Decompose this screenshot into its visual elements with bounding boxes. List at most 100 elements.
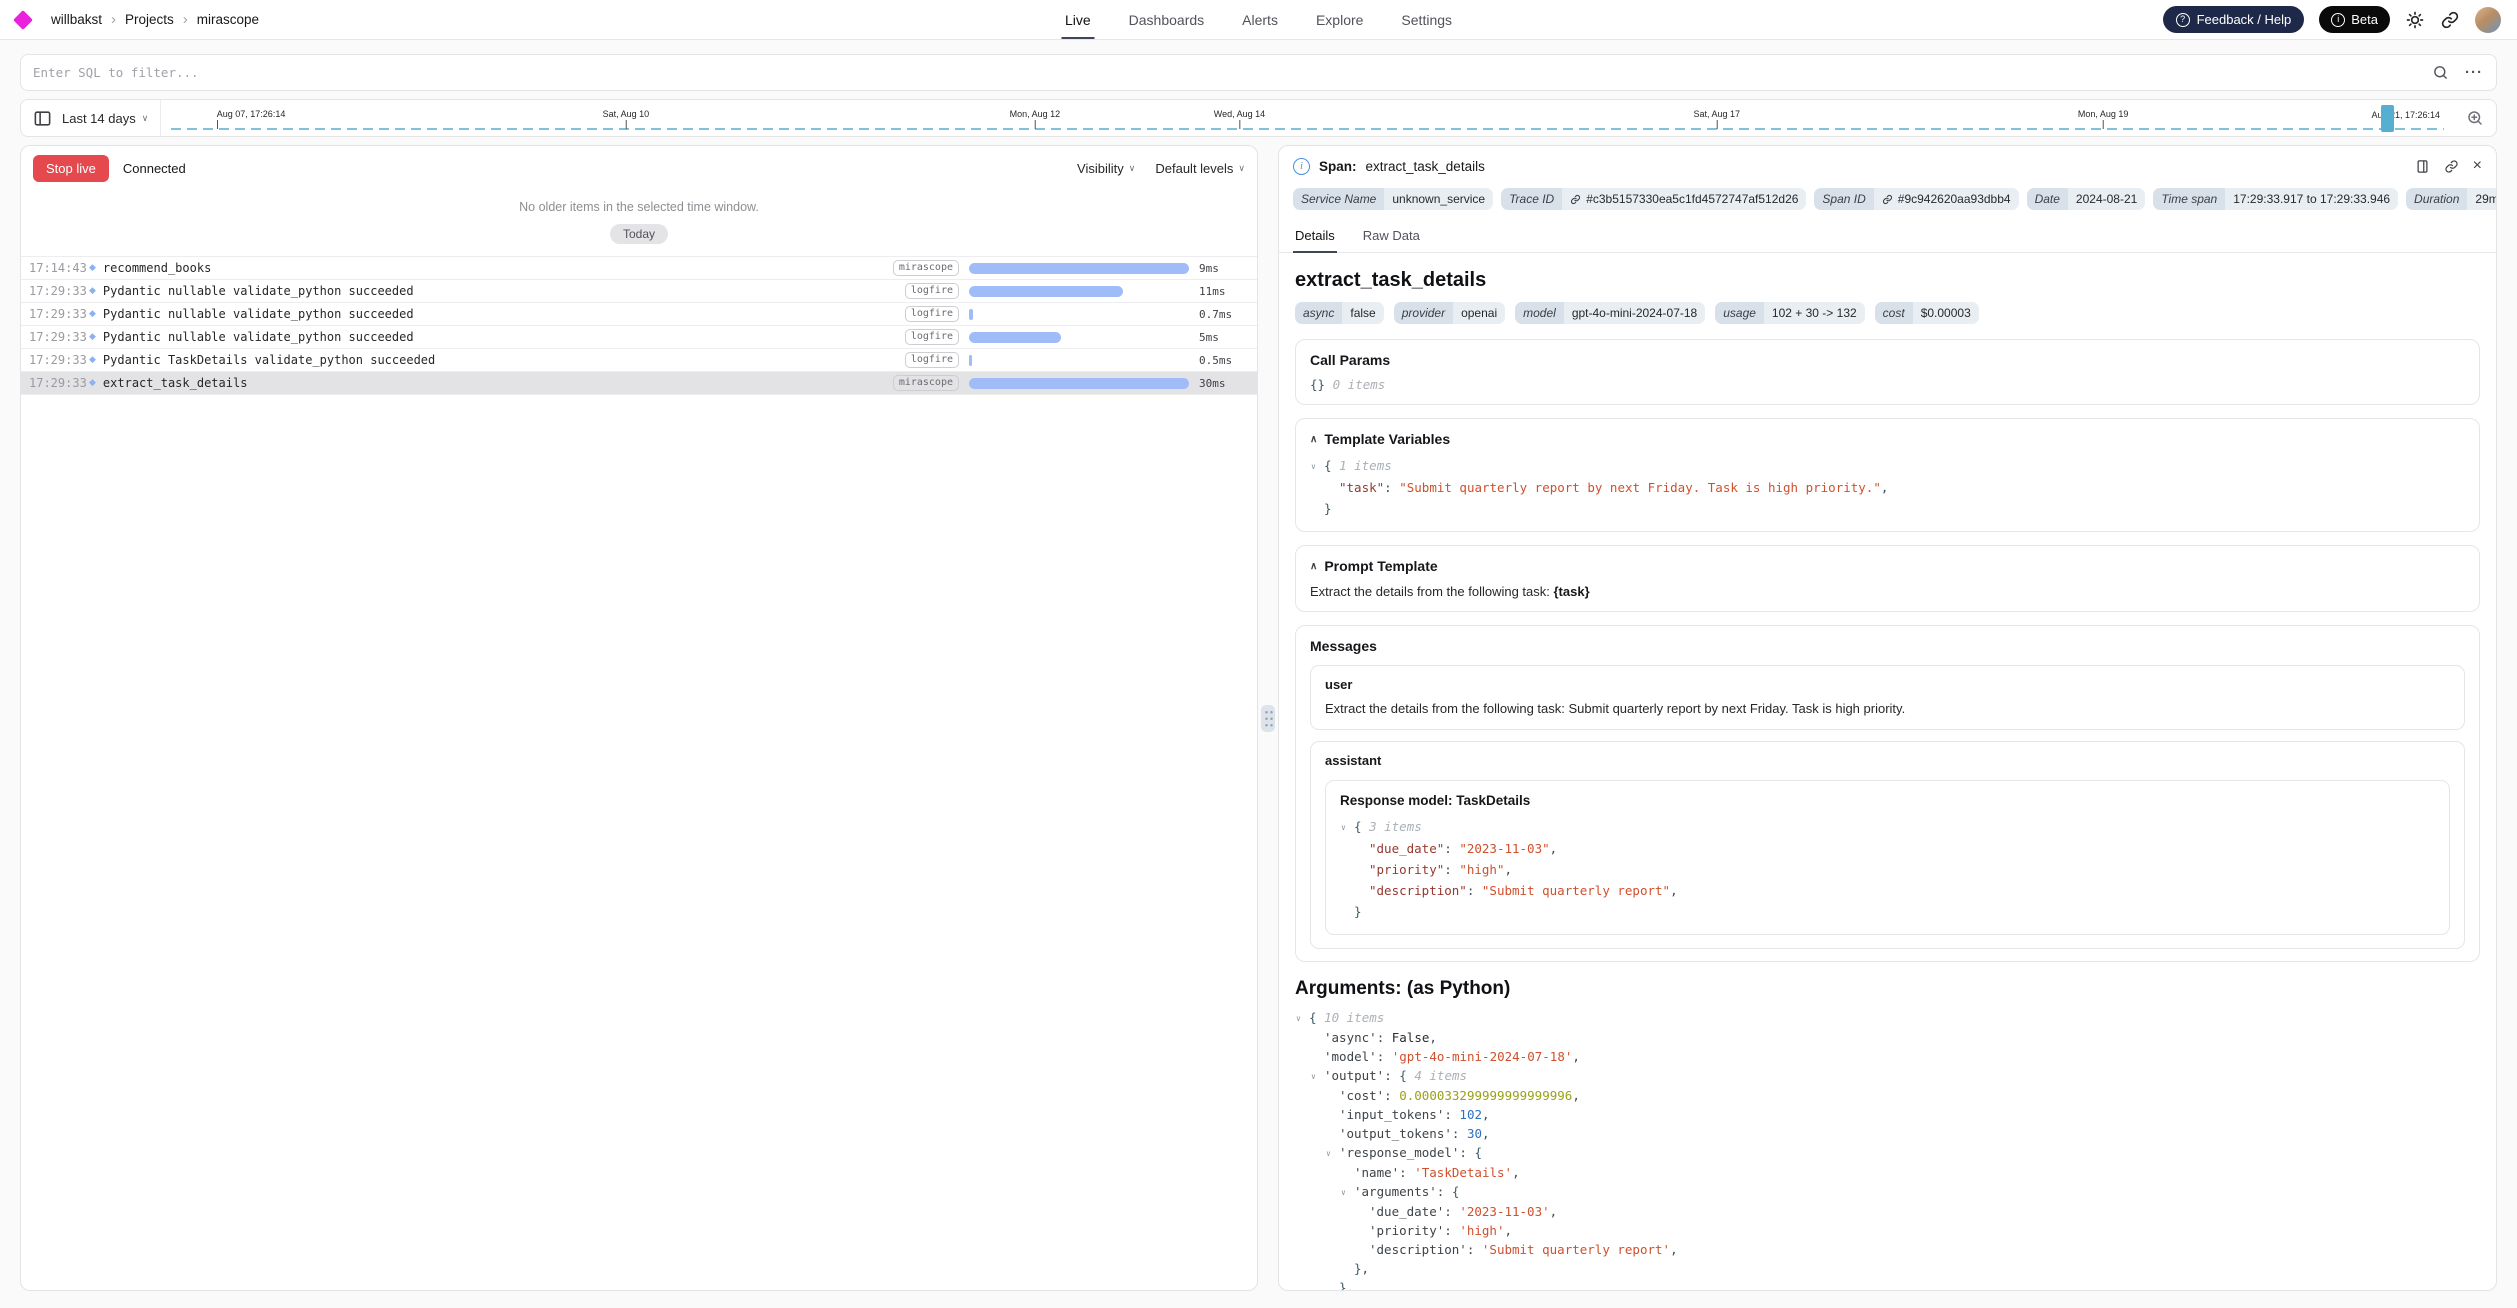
tab-alerts[interactable]: Alerts xyxy=(1242,0,1278,39)
close-icon[interactable]: × xyxy=(2473,158,2482,174)
item-name: Pydantic nullable validate_python succee… xyxy=(103,284,905,298)
duration-bar xyxy=(969,286,1189,297)
question-circle-icon: ? xyxy=(2176,13,2190,27)
response-model-json: ∨{ 3 items"due_date": "2023-11-03","prio… xyxy=(1340,816,2435,922)
timeline-bar: Last 14 days ∨ Aug 07, 17:26:14 Aug 21, … xyxy=(20,99,2497,137)
copy-link-icon[interactable] xyxy=(2444,159,2459,174)
duration-bar xyxy=(969,378,1189,389)
timeline-selection[interactable] xyxy=(2381,105,2394,132)
detail-tab-details[interactable]: Details xyxy=(1293,220,1337,252)
splitter-grip-icon[interactable] xyxy=(1261,705,1275,732)
meta-pill-date: Date2024-08-21 xyxy=(2027,188,2146,210)
levels-dropdown[interactable]: Default levels ∨ xyxy=(1155,161,1245,176)
item-duration: 30ms xyxy=(1199,377,1249,390)
item-timestamp: 17:29:33 xyxy=(29,376,87,390)
duration-bar xyxy=(969,309,1189,320)
tab-settings[interactable]: Settings xyxy=(1401,0,1452,39)
logfire-logo-icon[interactable] xyxy=(13,10,33,30)
top-navigation: willbakst›Projects›mirascope LiveDashboa… xyxy=(0,0,2517,40)
trace-list-item[interactable]: 17:29:33◆extract_task_detailsmirascope30… xyxy=(21,372,1257,395)
item-timestamp: 17:14:43 xyxy=(29,261,87,275)
detail-tab-raw-data[interactable]: Raw Data xyxy=(1361,220,1422,252)
item-duration: 0.7ms xyxy=(1199,308,1249,321)
attr-pill-cost: cost$0.00003 xyxy=(1875,302,1979,324)
python-arguments-code: ∨{ 10 items'async': False,'model': 'gpt-… xyxy=(1295,1008,2480,1290)
time-range-dropdown[interactable]: Last 14 days ∨ xyxy=(62,111,148,126)
trace-list-item[interactable]: 17:29:33◆Pydantic nullable validate_pyth… xyxy=(21,280,1257,303)
topbar-actions: ? Feedback / Help i Beta xyxy=(2163,6,2501,33)
call-params-title: Call Params xyxy=(1310,352,2465,368)
call-params-empty: {} xyxy=(1310,377,1325,392)
breadcrumb-item-willbakst[interactable]: willbakst xyxy=(51,12,102,27)
arguments-heading: Arguments: (as Python) xyxy=(1295,978,2480,1000)
zoom-in-icon xyxy=(2466,109,2484,127)
timeline-ruler[interactable]: Aug 07, 17:26:14 Aug 21, 17:26:14 Sat, A… xyxy=(171,100,2444,136)
time-range-label: Last 14 days xyxy=(62,111,136,126)
messages-card: Messages user Extract the details from t… xyxy=(1295,625,2480,962)
sidebar-toggle-icon[interactable] xyxy=(33,109,52,128)
breadcrumb-item-projects[interactable]: Projects xyxy=(125,12,174,27)
meta-pill-time-span: Time span17:29:33.917 to 17:29:33.946 xyxy=(2153,188,2398,210)
timeline-zoom-button[interactable] xyxy=(2454,100,2496,136)
meta-pill-service-name: Service Nameunknown_service xyxy=(1293,188,1493,210)
timeline-tick: Mon, Aug 19 xyxy=(2078,109,2129,129)
tab-explore[interactable]: Explore xyxy=(1316,0,1363,39)
trace-list-item[interactable]: 17:29:33◆Pydantic TaskDetails validate_p… xyxy=(21,349,1257,372)
scope-tag: mirascope xyxy=(893,260,959,276)
span-detail-panel: i Span: extract_task_details × Service N… xyxy=(1278,145,2497,1291)
response-model-title: Response model: TaskDetails xyxy=(1340,793,2435,808)
more-options-icon[interactable]: ··· xyxy=(2465,64,2483,81)
message-role: assistant xyxy=(1325,753,2450,768)
span-name: extract_task_details xyxy=(1366,159,1485,174)
sql-filter-row: ··· xyxy=(20,54,2497,91)
breadcrumb-item-mirascope[interactable]: mirascope xyxy=(197,12,259,27)
feedback-help-button[interactable]: ? Feedback / Help xyxy=(2163,6,2305,33)
breadcrumb: willbakst›Projects›mirascope xyxy=(16,12,259,27)
feedback-label: Feedback / Help xyxy=(2197,12,2292,27)
template-variables-title[interactable]: ∧ Template Variables xyxy=(1310,431,2465,447)
timeline-tick: Sat, Aug 17 xyxy=(1693,109,1740,129)
item-timestamp: 17:29:33 xyxy=(29,284,87,298)
item-duration: 11ms xyxy=(1199,285,1249,298)
chevron-down-icon: ∨ xyxy=(1129,163,1136,174)
timeline-tick: Mon, Aug 12 xyxy=(1010,109,1061,129)
chevron-down-icon: ∨ xyxy=(1238,163,1245,174)
scope-tag: mirascope xyxy=(893,375,959,391)
duration-bar xyxy=(969,263,1189,274)
beta-button[interactable]: i Beta xyxy=(2319,6,2390,33)
user-avatar[interactable] xyxy=(2475,7,2501,33)
tab-dashboards[interactable]: Dashboards xyxy=(1129,0,1205,39)
duration-bar xyxy=(969,332,1189,343)
timeline-tick: Sat, Aug 10 xyxy=(603,109,650,129)
prompt-template-title[interactable]: ∧ Prompt Template xyxy=(1310,558,2465,574)
dock-panel-icon[interactable] xyxy=(2415,159,2430,174)
attr-pill-usage: usage102 + 30 -> 132 xyxy=(1715,302,1864,324)
message-content: Extract the details from the following t… xyxy=(1325,701,2450,716)
share-link-icon[interactable] xyxy=(2440,10,2460,30)
link-icon xyxy=(1570,194,1581,205)
trace-list-item[interactable]: 17:29:33◆Pydantic nullable validate_pyth… xyxy=(21,326,1257,349)
collapse-icon: ∧ xyxy=(1310,561,1317,572)
tab-live[interactable]: Live xyxy=(1065,0,1091,39)
item-timestamp: 17:29:33 xyxy=(29,330,87,344)
prompt-template-card: ∧ Prompt Template Extract the details fr… xyxy=(1295,545,2480,612)
breadcrumb-separator: › xyxy=(111,12,116,27)
sql-filter-input[interactable] xyxy=(20,54,2497,91)
trace-list-item[interactable]: 17:29:33◆Pydantic nullable validate_pyth… xyxy=(21,303,1257,326)
user-message-card: user Extract the details from the follow… xyxy=(1310,665,2465,730)
search-icon[interactable] xyxy=(2432,64,2449,81)
item-name: recommend_books xyxy=(103,261,893,275)
span-detail-body: extract_task_details asyncfalseprovidero… xyxy=(1279,253,2496,1290)
attr-pill-model: modelgpt-4o-mini-2024-07-18 xyxy=(1515,302,1705,324)
prompt-template-text: Extract the details from the following t… xyxy=(1310,584,2465,599)
prompt-variable: {task} xyxy=(1554,584,1590,599)
theme-toggle-icon[interactable] xyxy=(2405,10,2425,30)
stop-live-button[interactable]: Stop live xyxy=(33,155,109,182)
item-timestamp: 17:29:33 xyxy=(29,353,87,367)
panel-splitter[interactable] xyxy=(1258,145,1278,1291)
empty-window-notice: No older items in the selected time wind… xyxy=(21,200,1257,214)
item-name: extract_task_details xyxy=(103,376,893,390)
visibility-dropdown[interactable]: Visibility ∨ xyxy=(1077,161,1135,176)
trace-list-item[interactable]: 17:14:43◆recommend_booksmirascope9ms xyxy=(21,257,1257,280)
timeline-start-tick: Aug 07, 17:26:14 xyxy=(217,109,286,129)
